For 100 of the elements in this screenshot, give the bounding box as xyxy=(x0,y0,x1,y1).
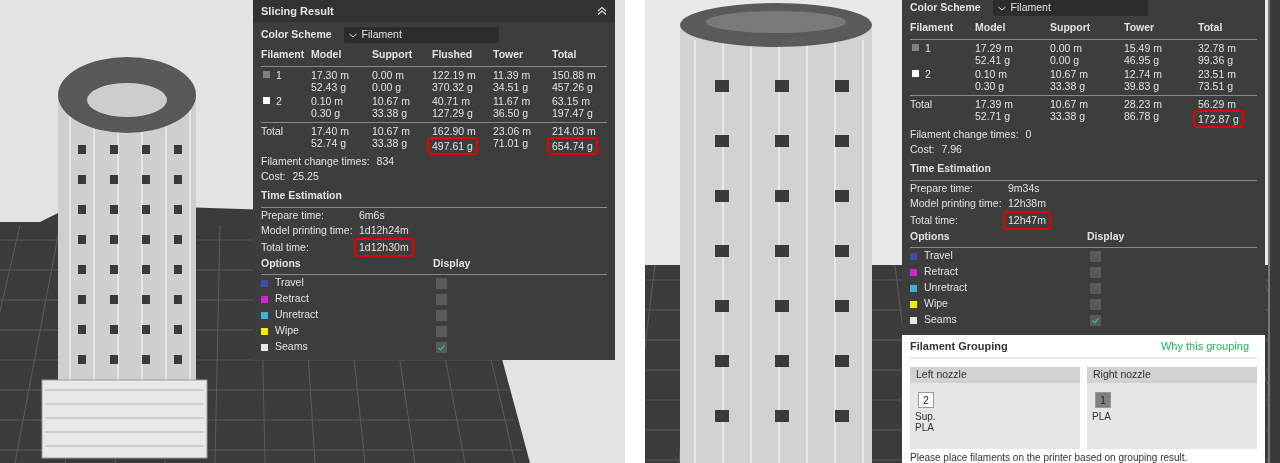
weight-value: 73.51 g xyxy=(1198,79,1234,92)
column-header: Model xyxy=(975,20,1007,35)
nozzle-title: Right nozzle xyxy=(1087,367,1257,383)
filament-number: 2 xyxy=(276,94,282,107)
weight-value: 86.78 g xyxy=(1124,109,1160,122)
color-scheme-dropdown[interactable]: Filament xyxy=(343,27,499,43)
weight-value: 197.47 g xyxy=(552,106,593,119)
weight-value: 0.30 g xyxy=(975,79,1005,92)
length-value: 12.74 m xyxy=(1124,67,1162,80)
time-value: 1d12h24m xyxy=(359,222,409,238)
filament-number: 2 xyxy=(925,67,931,80)
color-scheme-label: Color Scheme xyxy=(261,27,332,43)
column-header: Options xyxy=(910,228,951,244)
color-scheme-dropdown[interactable]: Filament xyxy=(992,0,1148,16)
total-label: Total xyxy=(261,124,285,139)
option-label: Retract xyxy=(275,291,309,307)
filament-type: Sup. PLA xyxy=(915,411,937,433)
stat-value: 7.96 xyxy=(941,142,962,158)
time-label: Prepare time: xyxy=(910,180,975,196)
time-value: 12h47m xyxy=(1003,210,1051,231)
nozzle-title: Left nozzle xyxy=(910,367,1080,383)
length-value: 63.15 m xyxy=(552,94,590,107)
length-value: 0.00 m xyxy=(1050,41,1083,54)
weight-value: 0.00 g xyxy=(1050,53,1080,66)
time-label: Model printing time: xyxy=(910,195,1003,211)
length-value: 17.40 m xyxy=(311,124,349,137)
panel-title: Slicing Result xyxy=(261,3,334,19)
length-value: 17.39 m xyxy=(975,97,1013,110)
weight-value: 0.00 g xyxy=(372,80,402,93)
length-value: 10.67 m xyxy=(372,124,410,137)
length-value: 56.29 m xyxy=(1198,97,1236,110)
column-header: Tower xyxy=(493,47,525,62)
time-value: 9m34s xyxy=(1008,180,1040,196)
length-value: 23.06 m xyxy=(493,124,531,137)
length-value: 28.23 m xyxy=(1124,97,1162,110)
total-label: Total xyxy=(910,97,934,112)
length-value: 17.29 m xyxy=(975,41,1013,54)
length-value: 150.88 m xyxy=(552,68,596,81)
time-value: 1d12h30m xyxy=(354,237,414,258)
option-label: Retract xyxy=(924,264,958,280)
length-value: 214.03 m xyxy=(552,124,596,137)
section-title: Time Estimation xyxy=(910,160,1257,181)
filament-chip: 1 xyxy=(1095,392,1111,408)
length-value: 15.49 m xyxy=(1124,41,1162,54)
length-value: 0.10 m xyxy=(311,94,344,107)
filament-chip: 2 xyxy=(918,392,934,408)
time-value: 6m6s xyxy=(359,207,385,223)
stat-label: Cost: xyxy=(910,142,935,158)
stat-label: Filament change times: xyxy=(261,154,370,170)
weight-value: 370.32 g xyxy=(432,80,473,93)
option-label: Unretract xyxy=(275,307,319,323)
color-scheme-label: Color Scheme xyxy=(910,0,981,16)
length-value: 32.78 m xyxy=(1198,41,1236,54)
column-header: Support xyxy=(372,47,414,62)
weight-value: 33.38 g xyxy=(372,136,408,149)
length-value: 10.67 m xyxy=(1050,97,1088,110)
length-value: 10.67 m xyxy=(1050,67,1088,80)
column-header: Total xyxy=(552,47,578,62)
filament-number: 1 xyxy=(925,41,931,54)
weight-value: 497.61 g xyxy=(427,136,478,155)
length-value: 40.71 m xyxy=(432,94,470,107)
time-label: Model printing time: xyxy=(261,222,354,238)
weight-value: 0.30 g xyxy=(311,106,341,119)
stat-value: 0 xyxy=(1025,127,1032,143)
column-header: Filament xyxy=(261,47,306,62)
column-header: Flushed xyxy=(432,47,474,62)
time-label: Prepare time: xyxy=(261,207,326,223)
length-value: 11.67 m xyxy=(493,94,531,107)
weight-value: 127.29 g xyxy=(432,106,473,119)
column-header: Display xyxy=(433,255,472,271)
column-header: Tower xyxy=(1124,20,1156,35)
option-label: Wipe xyxy=(275,323,299,339)
weight-value: 52.41 g xyxy=(975,53,1011,66)
weight-value: 71.01 g xyxy=(493,136,529,149)
length-value: 23.51 m xyxy=(1198,67,1236,80)
weight-value: 33.38 g xyxy=(1050,109,1086,122)
option-label: Wipe xyxy=(924,296,948,312)
column-header: Model xyxy=(311,47,343,62)
length-value: 11.39 m xyxy=(493,68,531,81)
column-header: Filament xyxy=(910,20,955,35)
filament-type: PLA xyxy=(1092,411,1111,422)
weight-value: 99.36 g xyxy=(1198,53,1234,66)
weight-value: 33.38 g xyxy=(372,106,408,119)
option-label: Travel xyxy=(275,275,304,291)
length-value: 0.10 m xyxy=(975,67,1008,80)
length-value: 0.00 m xyxy=(372,68,405,81)
weight-value: 457.26 g xyxy=(552,80,593,93)
column-header: Display xyxy=(1087,228,1126,244)
column-header: Support xyxy=(1050,20,1092,35)
length-value: 10.67 m xyxy=(372,94,410,107)
time-label: Total time: xyxy=(261,239,310,255)
length-value: 122.19 m xyxy=(432,68,476,81)
panel-title: Filament Grouping xyxy=(910,338,1008,354)
weight-value: 34.51 g xyxy=(493,80,529,93)
weight-value: 52.74 g xyxy=(311,136,347,149)
option-label: Seams xyxy=(275,339,308,355)
weight-value: 654.74 g xyxy=(547,136,598,155)
weight-value: 46.95 g xyxy=(1124,53,1160,66)
length-value: 162.90 m xyxy=(432,124,476,137)
column-header: Total xyxy=(1198,20,1224,35)
